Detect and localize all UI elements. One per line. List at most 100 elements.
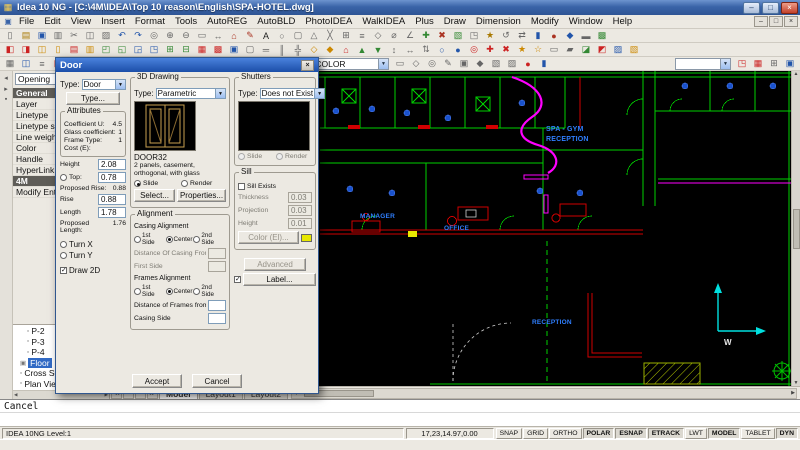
shutters-render-radio[interactable]: [276, 153, 283, 160]
toolbar-icon[interactable]: ▲: [354, 43, 370, 56]
toolbar-icon[interactable]: ↔: [210, 29, 226, 42]
mdi-minimize-button[interactable]: –: [754, 16, 768, 27]
toolbar-icon[interactable]: ◳: [466, 29, 482, 42]
toolbar-icon[interactable]: ⌂: [338, 43, 354, 56]
toolbar-icon[interactable]: ▤: [18, 29, 34, 42]
toolbar-icon[interactable]: ▦: [750, 57, 766, 70]
3d-type-combo[interactable]: Parametric ▼: [156, 88, 226, 99]
label-button[interactable]: Label...: [243, 273, 316, 286]
frames-2nd-side-radio[interactable]: [193, 288, 200, 295]
toolbar-icon[interactable]: ✚: [482, 43, 498, 56]
accept-button[interactable]: Accept: [132, 374, 182, 388]
shutters-type-combo[interactable]: Does not Exist ▼: [260, 88, 326, 99]
chevron-down-icon[interactable]: ▼: [215, 89, 225, 98]
casing-distance-field[interactable]: [208, 248, 226, 259]
menu-item[interactable]: Plus: [410, 16, 438, 27]
menu-item[interactable]: Dimension: [471, 16, 526, 27]
toolbar-icon[interactable]: ∠: [402, 29, 418, 42]
chevron-down-icon[interactable]: ▼: [720, 59, 730, 69]
casing-1st-side-radio[interactable]: [134, 236, 141, 243]
toolbar-icon[interactable]: ▩: [594, 29, 610, 42]
toolbar-icon[interactable]: ▮: [530, 29, 546, 42]
canvas-vertical-scrollbar[interactable]: ▲ ▼: [791, 71, 800, 386]
toolbar-icon[interactable]: ★: [514, 43, 530, 56]
length-field[interactable]: 1.78: [98, 207, 126, 218]
menu-item[interactable]: Edit: [39, 16, 65, 27]
toolbar-icon[interactable]: ▣: [34, 29, 50, 42]
toolbar-icon[interactable]: ▦: [194, 43, 210, 56]
menu-item[interactable]: WalkIDEA: [357, 16, 410, 27]
sill-exists-checkbox[interactable]: [238, 183, 245, 190]
toolbar-icon[interactable]: ▧: [450, 29, 466, 42]
toolbar-icon[interactable]: ◫: [18, 57, 34, 70]
sill-height-field[interactable]: 0.01: [288, 218, 312, 229]
menu-item[interactable]: AutoREG: [202, 16, 252, 27]
toolbar-icon[interactable]: ↷: [130, 29, 146, 42]
toolbar-icon[interactable]: ◳: [146, 43, 162, 56]
shutters-slide-radio[interactable]: [238, 153, 245, 160]
status-toggle[interactable]: LWT: [685, 428, 707, 439]
menu-item[interactable]: Format: [130, 16, 170, 27]
door-type-combo[interactable]: Door ▼: [82, 79, 126, 90]
toolbar-icon[interactable]: ⇄: [514, 29, 530, 42]
toolbar-icon[interactable]: ◇: [306, 43, 322, 56]
dialog-close-icon[interactable]: ×: [301, 60, 314, 71]
toolbar-icon[interactable]: ◫: [82, 29, 98, 42]
toolbar-icon[interactable]: ↺: [498, 29, 514, 42]
toolbar-icon[interactable]: ═: [258, 43, 274, 56]
command-input-line[interactable]: [0, 413, 800, 426]
toolbar-icon[interactable]: ◫: [34, 43, 50, 56]
chevron-down-icon[interactable]: ▼: [115, 80, 125, 89]
sill-color-button[interactable]: Color (El)...: [238, 231, 299, 244]
toolbar-icon[interactable]: ★: [482, 29, 498, 42]
toolbar-icon[interactable]: ▧: [488, 57, 504, 70]
toolbar-icon[interactable]: ◰: [98, 43, 114, 56]
toolbar-icon[interactable]: ◆: [472, 57, 488, 70]
toolbar-icon[interactable]: ▩: [210, 43, 226, 56]
toolbar-icon[interactable]: ▢: [290, 29, 306, 42]
cancel-button[interactable]: Cancel: [192, 374, 242, 388]
frames-center-radio[interactable]: [166, 288, 173, 295]
toolbar-icon[interactable]: ⊕: [162, 29, 178, 42]
toolbar-icon[interactable]: ▥: [82, 43, 98, 56]
mdi-close-button[interactable]: ×: [784, 16, 798, 27]
menu-item[interactable]: PhotoIDEA: [300, 16, 357, 27]
toolbar-icon[interactable]: ▣: [456, 57, 472, 70]
toolbar-icon[interactable]: ●: [450, 43, 466, 56]
slide-radio[interactable]: [134, 180, 141, 187]
toolbar-icon[interactable]: ✎: [242, 29, 258, 42]
toolbar-icon[interactable]: ◳: [734, 57, 750, 70]
toolbar-icon[interactable]: ◎: [466, 43, 482, 56]
toolbar-icon[interactable]: ▼: [370, 43, 386, 56]
menu-item[interactable]: Window: [564, 16, 608, 27]
toolbar-icon[interactable]: ↔: [402, 43, 418, 56]
toolbar-icon[interactable]: ↶: [114, 29, 130, 42]
toolbar-icon[interactable]: ○: [274, 29, 290, 42]
chevron-down-icon[interactable]: ▼: [314, 89, 324, 98]
casing-2nd-side-radio[interactable]: [193, 236, 200, 243]
toolbar-icon[interactable]: ╬: [290, 43, 306, 56]
scroll-up-icon[interactable]: ▲: [794, 71, 799, 77]
toolbar-icon[interactable]: ☆: [530, 43, 546, 56]
toolbar-icon[interactable]: ●: [520, 57, 536, 70]
toolbar-icon[interactable]: ⊟: [178, 43, 194, 56]
chevron-down-icon[interactable]: ▼: [378, 59, 388, 69]
top-radio[interactable]: [60, 174, 67, 181]
toolbar-icon[interactable]: ✎: [440, 57, 456, 70]
label-checkbox[interactable]: [234, 276, 241, 283]
toolbar-icon[interactable]: ▨: [504, 57, 520, 70]
toolbar-icon[interactable]: ≡: [354, 29, 370, 42]
toolbar-icon[interactable]: ╳: [322, 29, 338, 42]
scrollbar-thumb[interactable]: [793, 209, 800, 249]
menu-item[interactable]: View: [66, 16, 96, 27]
scroll-right-icon[interactable]: ▶: [791, 390, 795, 396]
toolbar-icon[interactable]: ◎: [424, 57, 440, 70]
toolbar-icon[interactable]: ▣: [226, 43, 242, 56]
menu-item[interactable]: Modify: [526, 16, 564, 27]
toolbar-icon[interactable]: ▭: [194, 29, 210, 42]
status-toggle[interactable]: ETRACK: [648, 428, 684, 439]
draw-2d-checkbox[interactable]: [60, 267, 67, 274]
toolbar-icon[interactable]: ●: [546, 29, 562, 42]
top-field[interactable]: 0.78: [98, 172, 126, 183]
toolbar-icon[interactable]: ◇: [408, 57, 424, 70]
